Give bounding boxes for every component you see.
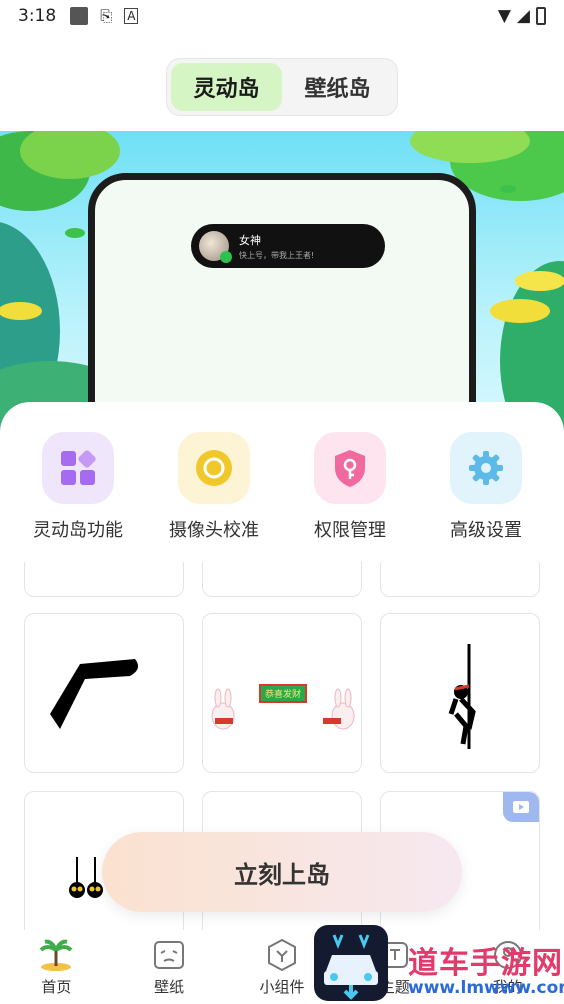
notification-name: 女神 bbox=[239, 233, 261, 247]
climbing-figure-sticker-card[interactable] bbox=[380, 613, 540, 773]
boomerang-icon bbox=[50, 659, 139, 729]
nav-wallpaper[interactable]: 壁纸 bbox=[124, 938, 214, 997]
wifi-icon: ▼ bbox=[497, 6, 511, 26]
top-tab-switcher: 灵动岛 壁纸岛 bbox=[166, 58, 398, 116]
battery-icon bbox=[536, 7, 546, 25]
sticker-card[interactable] bbox=[202, 562, 362, 597]
app-screen: 3:18 ⎘ A ▼ ◢ 灵动岛 壁纸岛 女神 快上号，带我上王者! 灵动岛功能… bbox=[0, 0, 564, 1004]
widget-hex-icon bbox=[265, 938, 299, 972]
board-island-button[interactable]: 立刻上岛 bbox=[102, 832, 462, 912]
sticker-card[interactable] bbox=[24, 562, 184, 597]
feature-advanced-settings[interactable]: 高级设置 bbox=[426, 432, 546, 542]
tab-wallpaper-island[interactable]: 壁纸岛 bbox=[282, 63, 393, 111]
watermark-title: 道车手游网 bbox=[408, 946, 563, 981]
contact-avatar bbox=[199, 231, 232, 263]
preview-banner: 女神 快上号，带我上王者! bbox=[0, 131, 564, 431]
signal-icon: ◢ bbox=[516, 6, 530, 26]
status-bar: 3:18 ⎘ A ▼ ◢ bbox=[0, 0, 564, 32]
shield-key-icon bbox=[314, 432, 386, 504]
nav-label: 首页 bbox=[41, 978, 72, 996]
feature-label: 高级设置 bbox=[450, 520, 522, 541]
bottom-sheet: 灵动岛功能 摄像头校准 权限管理 高级设置 恭喜发财 立刻上岛 bbox=[0, 402, 564, 1004]
sticker-card[interactable] bbox=[380, 562, 540, 597]
watermark-logo bbox=[314, 925, 388, 1001]
gear-icon bbox=[450, 432, 522, 504]
dynamic-island-preview: 女神 快上号，带我上王者! bbox=[191, 224, 385, 268]
tab-dynamic-island[interactable]: 灵动岛 bbox=[171, 63, 282, 111]
climbing-figure-icon bbox=[448, 644, 476, 749]
palm-island-icon bbox=[39, 938, 73, 972]
feature-island-functions[interactable]: 灵动岛功能 bbox=[18, 432, 138, 542]
feature-camera-calibration[interactable]: 摄像头校准 bbox=[154, 432, 274, 542]
feature-permission-management[interactable]: 权限管理 bbox=[290, 432, 410, 542]
phone-mockup: 女神 快上号，带我上王者! bbox=[88, 173, 476, 431]
app-a-icon: A bbox=[124, 8, 139, 24]
feature-label: 灵动岛功能 bbox=[33, 520, 123, 541]
rabbit-greeting-sticker-card[interactable]: 恭喜发财 bbox=[202, 613, 362, 773]
feature-label: 权限管理 bbox=[314, 520, 386, 541]
nav-label: 小组件 bbox=[259, 978, 305, 996]
camera-ring-icon bbox=[178, 432, 250, 504]
nav-home[interactable]: 首页 bbox=[11, 938, 101, 997]
feature-label: 摄像头校准 bbox=[169, 520, 259, 541]
watermark-url: www.lmwww.com bbox=[408, 978, 564, 998]
clipboard-icon: ⎘ bbox=[100, 7, 113, 25]
video-badge-icon bbox=[503, 792, 539, 822]
feature-row: 灵动岛功能 摄像头校准 权限管理 高级设置 bbox=[0, 432, 564, 542]
notification-message: 快上号，带我上王者! bbox=[239, 250, 315, 260]
grid-shapes-icon bbox=[42, 432, 114, 504]
nav-label: 壁纸 bbox=[154, 978, 185, 996]
wallpaper-icon bbox=[152, 938, 186, 972]
status-time: 3:18 bbox=[18, 6, 57, 26]
boomerang-sticker-card[interactable] bbox=[24, 613, 184, 773]
rabbit-icon bbox=[211, 688, 355, 730]
notification-icon bbox=[70, 7, 89, 25]
